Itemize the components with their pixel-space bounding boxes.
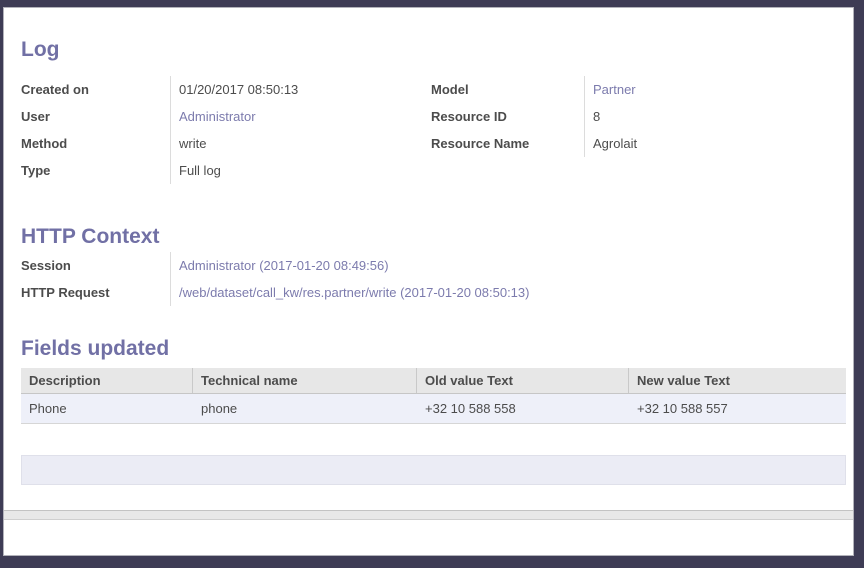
column-header-new-value[interactable]: New value Text [629,368,846,393]
field-row-model: Model Partner [431,76,637,103]
field-label-resource-name: Resource Name [431,130,585,157]
screenshot-root: { "colors": { "background": "#3e3c55", "… [0,0,864,568]
field-row-session: Session Administrator (2017-01-20 08:49:… [21,252,529,279]
log-fieldgroup-right: Model Partner Resource ID 8 Resource Nam… [431,76,637,157]
fields-updated-table: Description Technical name Old value Tex… [21,368,846,424]
cell-description: Phone [21,401,193,416]
field-row-resource-id: Resource ID 8 [431,103,637,130]
table-row[interactable]: Phone phone +32 10 588 558 +32 10 588 55… [21,394,846,424]
session-link[interactable]: Administrator (2017-01-20 08:49:56) [179,258,389,273]
field-value-type: Full log [171,163,221,178]
http-request-link[interactable]: /web/dataset/call_kw/res.partner/write (… [179,285,529,300]
field-label-http-request: HTTP Request [21,279,171,306]
cell-old-value: +32 10 588 558 [417,401,629,416]
column-header-description[interactable]: Description [21,368,193,393]
field-row-created-on: Created on 01/20/2017 08:50:13 [21,76,298,103]
section-title-http-context: HTTP Context [21,226,159,248]
field-label-user: User [21,103,171,130]
field-label-session: Session [21,252,171,279]
field-row-http-request: HTTP Request /web/dataset/call_kw/res.pa… [21,279,529,306]
field-row-type: Type Full log [21,157,298,184]
column-header-technical-name[interactable]: Technical name [193,368,417,393]
cell-new-value: +32 10 588 557 [629,401,846,416]
field-value-created-on: 01/20/2017 08:50:13 [171,82,298,97]
field-label-resource-id: Resource ID [431,103,585,130]
cell-technical-name: phone [193,401,417,416]
field-row-resource-name: Resource Name Agrolait [431,130,637,157]
log-form-panel: Log Created on 01/20/2017 08:50:13 User … [3,7,854,556]
field-value-method: write [171,136,206,151]
field-label-type: Type [21,157,171,184]
field-label-created-on: Created on [21,76,171,103]
log-fieldgroup-left: Created on 01/20/2017 08:50:13 User Admi… [21,76,298,184]
user-link[interactable]: Administrator [179,109,256,124]
model-link[interactable]: Partner [593,82,636,97]
field-value-resource-id: 8 [585,109,600,124]
section-title-fields-updated: Fields updated [21,338,169,360]
section-title-log: Log [21,39,59,61]
field-label-method: Method [21,130,171,157]
column-header-old-value[interactable]: Old value Text [417,368,629,393]
field-label-model: Model [431,76,585,103]
http-context-fieldgroup: Session Administrator (2017-01-20 08:49:… [21,252,529,306]
footer-divider-strip [4,510,853,520]
field-row-method: Method write [21,130,298,157]
empty-section-band [21,455,846,485]
field-value-resource-name: Agrolait [585,136,637,151]
table-header-row: Description Technical name Old value Tex… [21,368,846,394]
field-row-user: User Administrator [21,103,298,130]
